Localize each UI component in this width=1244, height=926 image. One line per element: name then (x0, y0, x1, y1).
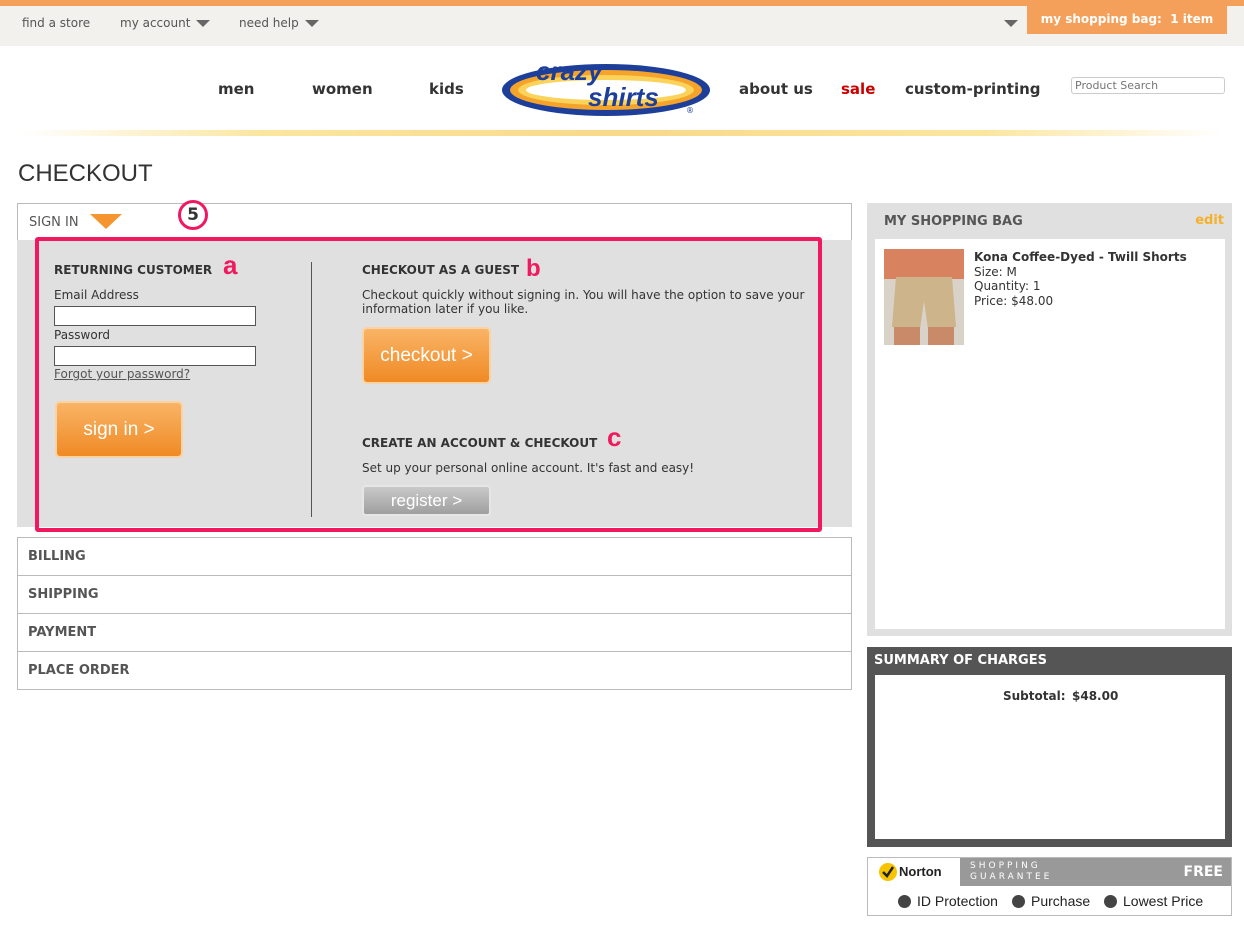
section-shipping[interactable]: SHIPPING (17, 575, 852, 614)
section-billing-label: BILLING (28, 549, 86, 564)
section-payment-label: PAYMENT (28, 625, 97, 640)
purchase-icon (1012, 895, 1025, 908)
product-image[interactable] (884, 249, 964, 345)
nav-custom-printing[interactable]: custom-printing (905, 80, 1041, 98)
signin-label: SIGN IN (29, 215, 79, 230)
summary-title: SUMMARY OF CHARGES (874, 653, 1047, 668)
my-account-menu[interactable]: my account (120, 16, 211, 30)
need-help-menu[interactable]: need help (239, 16, 319, 30)
summary-body: Subtotal: $48.00 (875, 675, 1225, 839)
triangle-down-icon (90, 214, 122, 229)
need-help-label: need help (239, 16, 299, 30)
product-search-input[interactable] (1071, 77, 1225, 94)
shopping-bag-button[interactable]: my shopping bag: 1 item (1027, 6, 1227, 34)
nav-sale[interactable]: sale (841, 80, 875, 98)
annotation-highlight-box (35, 237, 822, 532)
chevron-down-icon (304, 20, 319, 27)
lowest-price-label: Lowest Price (1123, 893, 1204, 909)
nav-women[interactable]: women (312, 80, 373, 98)
product-name[interactable]: Kona Coffee-Dyed - Twill Shorts (974, 250, 1187, 264)
chevron-down-icon (196, 20, 211, 27)
norton-brand: Norton (899, 864, 942, 879)
nav-about-us[interactable]: about us (739, 80, 813, 98)
header-divider (22, 130, 1224, 136)
section-payment[interactable]: PAYMENT (17, 613, 852, 652)
top-utility-bar: find a store my account need help my sho… (0, 0, 1244, 46)
logo-text-shirts: shirts (588, 82, 659, 112)
bag-label: my shopping bag: (1040, 12, 1162, 26)
page-title: CHECKOUT (18, 160, 153, 187)
dollar-icon (1104, 895, 1117, 908)
section-shipping-label: SHIPPING (28, 587, 99, 602)
subtotal-label: Subtotal: (1003, 689, 1066, 703)
norton-logo: Norton (868, 858, 961, 886)
norton-check-icon (879, 863, 897, 881)
bag-title: MY SHOPPING BAG (884, 214, 1023, 229)
nav-kids[interactable]: kids (429, 80, 464, 98)
bag-dropdown-chevron-icon[interactable] (1004, 20, 1018, 27)
subtotal-value: $48.00 (1072, 689, 1119, 703)
nav-men[interactable]: men (218, 80, 254, 98)
signin-section-header[interactable]: SIGN IN 5 (17, 200, 852, 241)
id-protection-label: ID Protection (917, 893, 998, 909)
my-account-label: my account (120, 16, 191, 30)
crazy-shirts-logo[interactable]: crazy shirts ® (500, 56, 712, 120)
norton-guarantee-badge[interactable]: Norton SHOPPING GUARANTEE FREE ID Protec… (867, 857, 1232, 916)
purchase-label: Purchase (1031, 893, 1091, 909)
guarantee-line2: GUARANTEE (970, 872, 1053, 882)
find-store-link[interactable]: find a store (22, 16, 90, 30)
section-place-order[interactable]: PLACE ORDER (17, 651, 852, 690)
product-size: Size: M (974, 265, 1017, 279)
shorts-photo-icon (884, 249, 964, 345)
bag-edit-link[interactable]: edit (1195, 213, 1224, 228)
logo-registered-mark: ® (686, 106, 694, 115)
product-price: Price: $48.00 (974, 294, 1054, 308)
id-protection-icon (898, 895, 911, 908)
section-place-order-label: PLACE ORDER (28, 663, 130, 678)
bag-count: 1 item (1170, 12, 1214, 26)
norton-guarantee-bar: SHOPPING GUARANTEE FREE (960, 858, 1231, 886)
section-billing[interactable]: BILLING (17, 537, 852, 576)
product-quantity: Quantity: 1 (974, 279, 1041, 293)
guarantee-free: FREE (1183, 864, 1223, 880)
bag-items-list: Kona Coffee-Dyed - Twill Shorts Size: M … (875, 239, 1225, 629)
guarantee-line1: SHOPPING (970, 861, 1041, 871)
step-number-badge: 5 (178, 200, 208, 230)
step-number: 5 (187, 205, 199, 225)
